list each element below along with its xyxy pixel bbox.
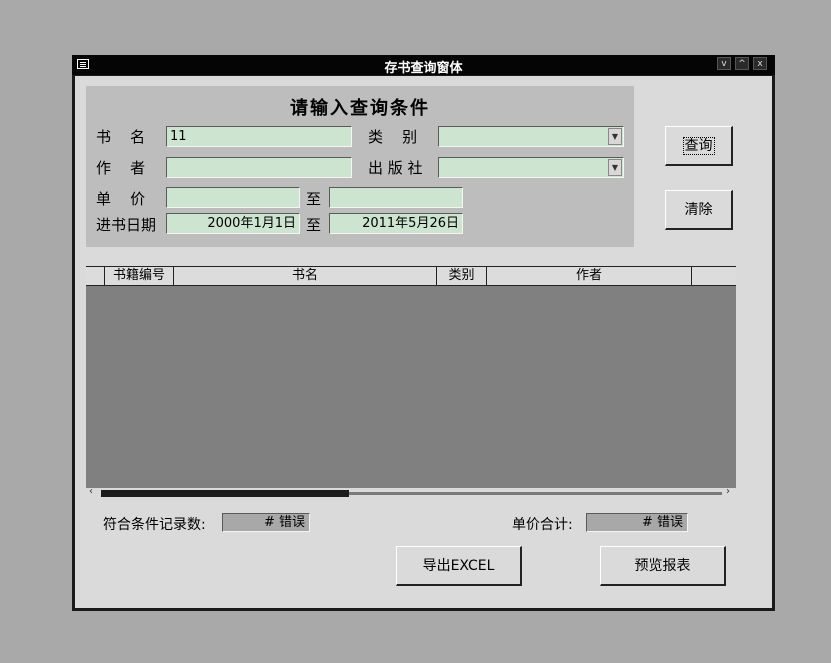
date-from-input[interactable]: 2000年1月1日 (166, 213, 300, 234)
category-select[interactable]: ▼ (438, 126, 624, 147)
author-input[interactable] (166, 157, 352, 178)
query-button[interactable]: 查询 (665, 126, 733, 166)
maximize-button[interactable]: ^ (735, 57, 749, 70)
price-from-input[interactable] (166, 187, 300, 208)
scrollbar-thumb[interactable] (101, 490, 349, 497)
publisher-label: 出 版 社 (368, 159, 423, 177)
query-panel: 请输入查询条件 书 名 11 类 别 ▼ 作 者 出 版 社 ▼ 单 价 至 进… (86, 86, 634, 247)
horizontal-scrollbar[interactable]: ‹ › (86, 486, 736, 498)
book-name-label: 书 名 (96, 128, 146, 146)
window-title: 存书查询窗体 (384, 61, 463, 76)
query-button-label: 查询 (682, 137, 715, 155)
close-button[interactable]: x (753, 57, 767, 70)
price-to-label: 至 (306, 190, 322, 208)
minimize-button[interactable]: v (717, 57, 731, 70)
chevron-down-icon[interactable]: ▼ (608, 128, 622, 145)
scroll-right-icon[interactable]: › (726, 486, 730, 497)
price-to-input[interactable] (329, 187, 463, 208)
date-label: 进书日期 (96, 216, 157, 234)
table-header: 书籍编号 书名 类别 作者 (86, 266, 736, 286)
author-label: 作 者 (96, 159, 146, 177)
window-body: 请输入查询条件 书 名 11 类 别 ▼ 作 者 出 版 社 ▼ 单 价 至 进… (75, 76, 772, 608)
price-label: 单 价 (96, 190, 146, 208)
scroll-left-icon[interactable]: ‹ (89, 486, 93, 497)
record-count-label: 符合条件记录数: (103, 517, 206, 533)
date-to-input[interactable]: 2011年5月26日 (329, 213, 463, 234)
panel-heading: 请输入查询条件 (290, 98, 430, 119)
clear-button[interactable]: 清除 (665, 190, 733, 230)
column-header-book-id[interactable]: 书籍编号 (105, 267, 174, 285)
column-header-author[interactable]: 作者 (487, 267, 692, 285)
publisher-select[interactable]: ▼ (438, 157, 624, 178)
chevron-down-icon[interactable]: ▼ (608, 159, 622, 176)
date-to-label: 至 (306, 216, 322, 234)
scrollbar-track[interactable] (349, 492, 722, 495)
row-selector-header[interactable] (86, 267, 105, 285)
price-total-label: 单价合计: (512, 517, 573, 533)
results-table[interactable]: 书籍编号 书名 类别 作者 ‹ › (86, 266, 736, 498)
export-excel-button[interactable]: 导出EXCEL (396, 546, 522, 586)
column-header-book-name[interactable]: 书名 (174, 267, 437, 285)
preview-report-button[interactable]: 预览报表 (600, 546, 726, 586)
category-label: 类 别 (368, 128, 418, 146)
column-header-category[interactable]: 类别 (437, 267, 487, 285)
book-name-input[interactable]: 11 (166, 126, 352, 147)
query-window: 存书查询窗体 v ^ x 请输入查询条件 书 名 11 类 别 ▼ 作 者 出 … (72, 55, 775, 611)
price-total-value: # 错误 (586, 513, 688, 532)
title-bar[interactable]: 存书查询窗体 v ^ x (72, 55, 775, 76)
record-count-value: # 错误 (222, 513, 310, 532)
